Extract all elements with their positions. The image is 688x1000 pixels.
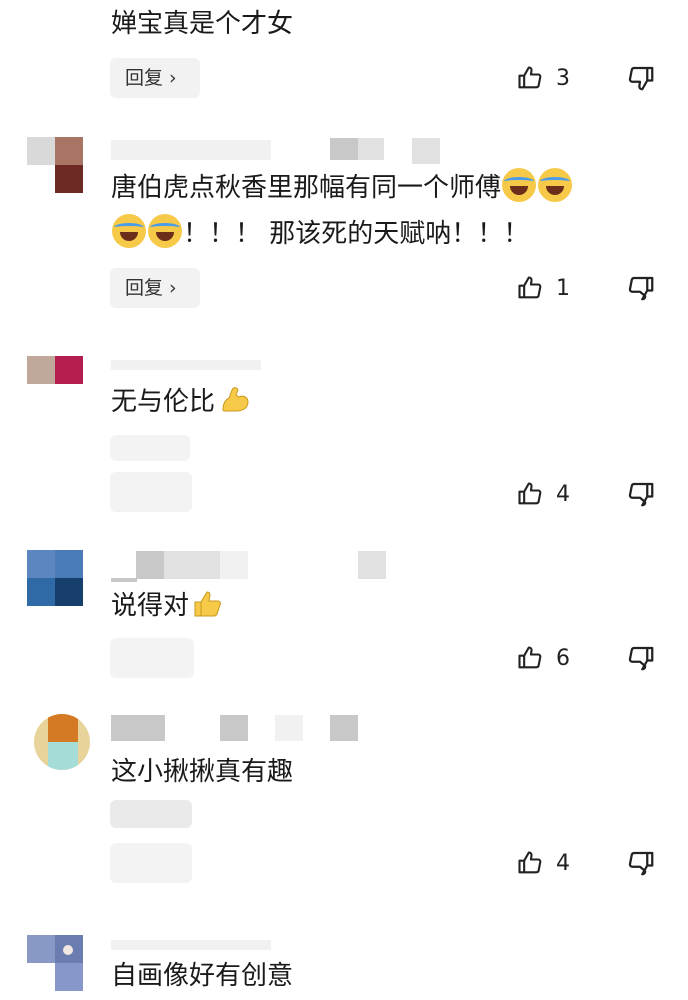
- like-button[interactable]: 3: [516, 58, 570, 98]
- like-button[interactable]: 1: [516, 268, 570, 308]
- avatar[interactable]: [27, 935, 83, 991]
- like-count: 4: [556, 850, 570, 876]
- thumbs-up-icon: [518, 851, 542, 874]
- thumbs-down-icon[interactable]: [626, 63, 656, 93]
- comment-text: 说得对: [111, 586, 225, 626]
- username-blurred: [192, 551, 220, 579]
- comment-text-line: 唐伯虎点秋香里那幅有同一个师傅: [111, 173, 502, 203]
- laughing-crying-emoji-icon: [148, 214, 182, 248]
- timestamp-blurred: [358, 138, 384, 160]
- thumbs-up-emoji-icon: [194, 591, 221, 617]
- location-blurred: [412, 138, 440, 164]
- timestamp-blurred: [330, 138, 358, 160]
- reply-button[interactable]: 回复 ›: [110, 58, 200, 98]
- username-blurred: [111, 360, 261, 370]
- comment-text: 这小揪揪真有趣: [111, 757, 294, 787]
- laughing-crying-emoji-icon: [112, 214, 146, 248]
- reply-button-placeholder[interactable]: [110, 638, 194, 678]
- reply-button[interactable]: 回复 ›: [110, 268, 200, 308]
- location-blurred: [358, 551, 386, 579]
- username-blurred: [220, 715, 248, 741]
- username-blurred: [220, 551, 248, 579]
- thumbs-down-icon[interactable]: [626, 273, 656, 303]
- like-count: 6: [556, 645, 570, 671]
- thumbs-down-icon[interactable]: [626, 479, 656, 509]
- comment-text: 无与伦比: [111, 382, 251, 422]
- comment-text-line: 无与伦比: [111, 387, 216, 417]
- username-blurred: [111, 940, 271, 950]
- avatar[interactable]: [27, 0, 83, 28]
- like-count: 1: [556, 275, 570, 301]
- thumbs-up-icon: [518, 482, 542, 505]
- thumbs-up-icon: [518, 646, 542, 669]
- username-blurred: [111, 578, 137, 582]
- like-count: 4: [556, 481, 570, 507]
- avatar[interactable]: [27, 550, 83, 606]
- comment-text-continued: ！！！ 那该死的天赋呐！！！: [111, 214, 529, 254]
- location-blurred: [330, 715, 358, 741]
- like-button[interactable]: 4: [516, 843, 570, 883]
- reply-button-placeholder[interactable]: [110, 843, 192, 883]
- username-blurred: [136, 551, 164, 579]
- like-count: 3: [556, 65, 570, 91]
- comment-text-line: 说得对: [111, 591, 190, 621]
- reply-button-placeholder[interactable]: [110, 800, 192, 828]
- comment-text: 自画像好有创意: [111, 961, 294, 991]
- like-button[interactable]: 4: [516, 474, 570, 514]
- thumbs-down-icon[interactable]: [626, 643, 656, 673]
- username-blurred: [164, 551, 192, 579]
- avatar[interactable]: [27, 356, 83, 384]
- timestamp-blurred: [275, 715, 303, 741]
- username-blurred: [111, 140, 271, 160]
- comment-text: 唐伯虎点秋香里那幅有同一个师傅: [111, 168, 573, 208]
- thumbs-up-icon: [518, 276, 542, 299]
- reply-button-placeholder[interactable]: [110, 435, 190, 461]
- laughing-crying-emoji-icon: [538, 168, 573, 202]
- reply-button-placeholder[interactable]: [110, 472, 192, 512]
- flexed-biceps-icon: [222, 387, 249, 412]
- laughing-crying-emoji-icon: [502, 168, 537, 202]
- thumbs-up-icon: [518, 66, 542, 89]
- avatar[interactable]: [27, 137, 83, 193]
- comment-text-line: ！！！ 那该死的天赋呐！！！: [183, 219, 530, 249]
- like-button[interactable]: 6: [516, 638, 570, 678]
- avatar[interactable]: [34, 714, 90, 770]
- username-blurred: [111, 715, 165, 741]
- comment-text: 婵宝真是个才女: [111, 9, 294, 39]
- thumbs-down-icon[interactable]: [626, 848, 656, 878]
